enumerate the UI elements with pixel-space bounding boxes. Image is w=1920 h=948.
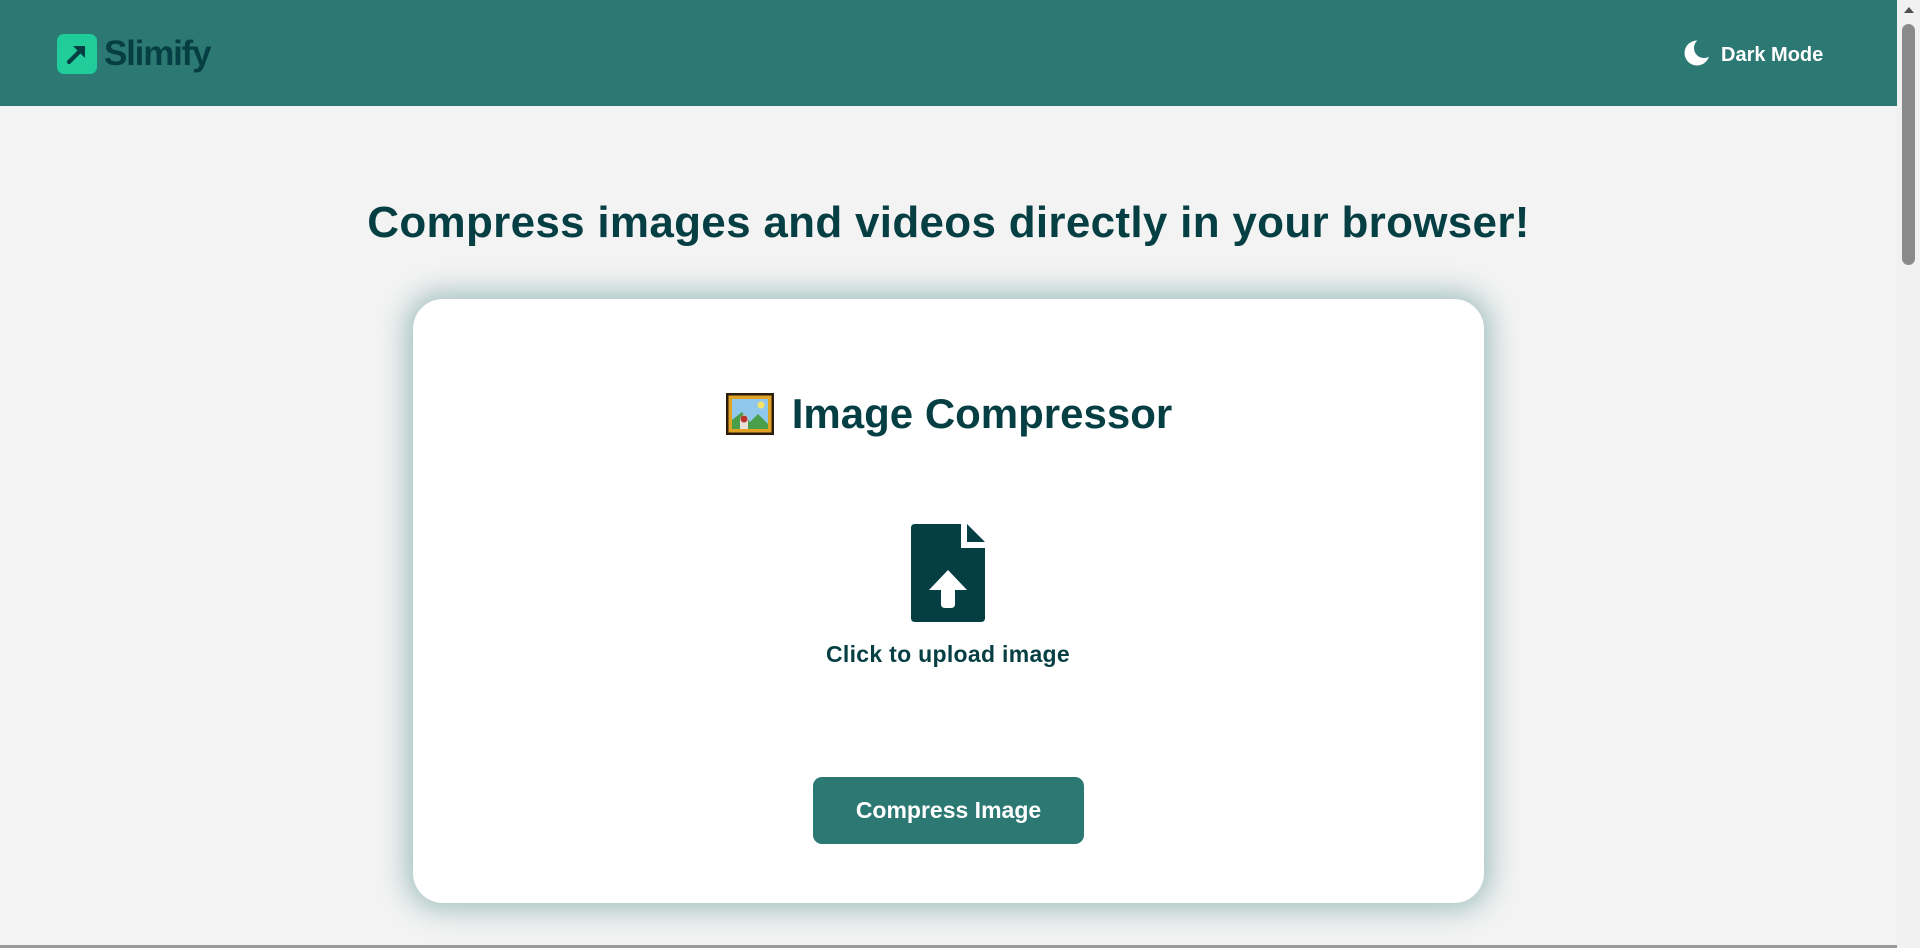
compressor-title: Image Compressor [413,390,1484,438]
trending-arrow-icon [57,34,97,74]
scrollbar-thumb[interactable] [1902,24,1915,265]
compress-image-button[interactable]: Compress Image [813,777,1084,844]
logo[interactable]: Slimify [57,34,212,74]
scroll-up-arrow-icon[interactable] [1904,7,1914,13]
dark-mode-label: Dark Mode [1721,44,1824,66]
image-compressor-card: Image Compressor Click to upload image C… [413,299,1484,903]
top-navbar: Slimify Dark Mode [0,0,1897,106]
page-headline: Compress images and videos directly in y… [367,198,1530,247]
compressor-title-text: Image Compressor [791,390,1173,437]
upload-label: Click to upload image [825,641,1070,667]
framed-picture-icon [725,392,775,436]
file-upload-icon [911,524,985,627]
upload-dropzone[interactable]: Click to upload image [798,524,1098,674]
logo-text: Slimify [104,34,212,73]
moon-icon [1684,39,1712,72]
dark-mode-toggle[interactable]: Dark Mode [1684,39,1823,72]
vertical-scrollbar[interactable] [1897,0,1920,948]
